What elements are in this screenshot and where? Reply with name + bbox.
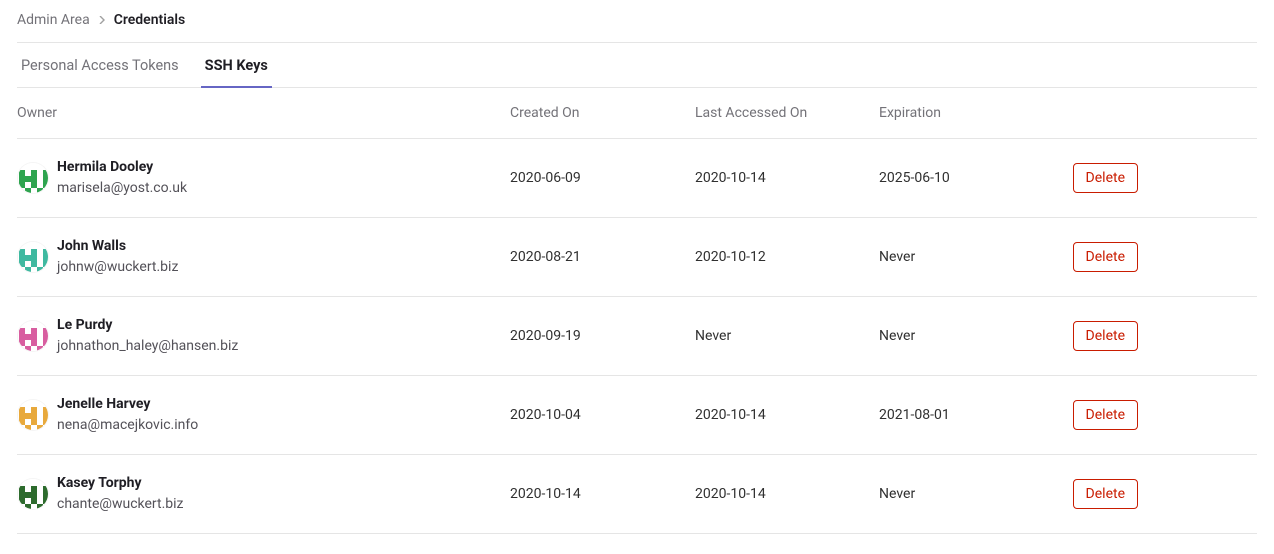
chevron-right-icon [98, 14, 106, 27]
cell-created: 2020-09-19 [510, 328, 695, 344]
delete-button[interactable]: Delete [1073, 321, 1138, 351]
th-created: Created On [510, 105, 695, 121]
breadcrumb-root[interactable]: Admin Area [17, 12, 90, 28]
cell-expiration: 2021-08-01 [879, 407, 1063, 423]
cell-created: 2020-10-14 [510, 486, 695, 502]
table-row: Kasey Torphy chante@wuckert.biz 2020-10-… [17, 455, 1257, 534]
owner-name: John Walls [57, 236, 178, 257]
delete-button[interactable]: Delete [1073, 400, 1138, 430]
th-accessed: Last Accessed On [695, 105, 879, 121]
cell-created: 2020-06-09 [510, 170, 695, 186]
owner-email: nena@macejkovic.info [57, 415, 198, 436]
owner-name: Hermila Dooley [57, 157, 187, 178]
owner-email: johnw@wuckert.biz [57, 257, 178, 278]
delete-button[interactable]: Delete [1073, 242, 1138, 272]
avatar [17, 241, 49, 273]
owner-email: johnathon_haley@hansen.biz [57, 336, 238, 357]
th-expiration: Expiration [879, 105, 1063, 121]
owner-name: Kasey Torphy [57, 473, 183, 494]
owner-email: marisela@yost.co.uk [57, 178, 187, 199]
delete-button[interactable]: Delete [1073, 479, 1138, 509]
breadcrumb: Admin Area Credentials [17, 12, 1257, 43]
delete-button[interactable]: Delete [1073, 163, 1138, 193]
owner-email: chante@wuckert.biz [57, 494, 183, 515]
avatar [17, 399, 49, 431]
table-row: John Walls johnw@wuckert.biz 2020-08-21 … [17, 218, 1257, 297]
cell-accessed: Never [695, 328, 879, 344]
cell-expiration: Never [879, 486, 1063, 502]
owner-name: Jenelle Harvey [57, 394, 198, 415]
breadcrumb-current: Credentials [114, 12, 186, 28]
th-owner: Owner [17, 105, 510, 121]
cell-created: 2020-10-04 [510, 407, 695, 423]
cell-accessed: 2020-10-14 [695, 170, 879, 186]
table-header: Owner Created On Last Accessed On Expira… [17, 88, 1257, 139]
table-row: Jenelle Harvey nena@macejkovic.info 2020… [17, 376, 1257, 455]
cell-accessed: 2020-10-14 [695, 486, 879, 502]
tab-ssh-keys[interactable]: SSH Keys [201, 43, 272, 88]
table-row: Le Purdy johnathon_haley@hansen.biz 2020… [17, 297, 1257, 376]
avatar [17, 320, 49, 352]
table-row: Hermila Dooley marisela@yost.co.uk 2020-… [17, 139, 1257, 218]
tab-personal-access-tokens[interactable]: Personal Access Tokens [17, 43, 183, 88]
cell-accessed: 2020-10-14 [695, 407, 879, 423]
cell-expiration: Never [879, 249, 1063, 265]
avatar [17, 478, 49, 510]
avatar [17, 162, 49, 194]
tabs: Personal Access Tokens SSH Keys [17, 43, 1257, 88]
owner-name: Le Purdy [57, 315, 238, 336]
cell-created: 2020-08-21 [510, 249, 695, 265]
cell-accessed: 2020-10-12 [695, 249, 879, 265]
cell-expiration: Never [879, 328, 1063, 344]
credentials-table: Owner Created On Last Accessed On Expira… [17, 88, 1257, 534]
cell-expiration: 2025-06-10 [879, 170, 1063, 186]
